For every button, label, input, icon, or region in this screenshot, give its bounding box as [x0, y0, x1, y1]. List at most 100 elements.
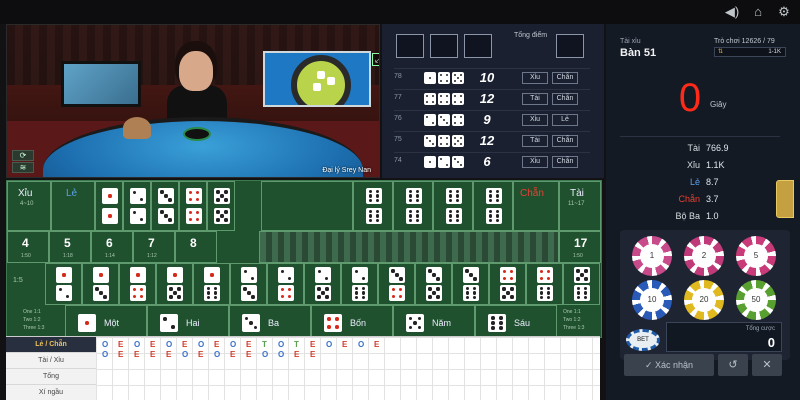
- chip-20[interactable]: 20: [684, 280, 724, 320]
- side-menu-tab[interactable]: [776, 180, 794, 218]
- die-face-6: [352, 285, 368, 301]
- xiu-bet-area[interactable]: Xỉu 4~10: [7, 181, 51, 231]
- total-number: 7: [148, 236, 155, 250]
- total-bet-4[interactable]: 4 1:50: [7, 231, 49, 263]
- total-bet-8[interactable]: 8: [175, 231, 217, 263]
- total-odds: 1:50: [21, 253, 31, 259]
- combo-bet[interactable]: [156, 263, 193, 305]
- single-bet-2[interactable]: Hai: [147, 305, 229, 339]
- die-face-6: [574, 285, 590, 301]
- combo-bet[interactable]: [341, 263, 378, 305]
- road-tab[interactable]: Xí ngầu: [6, 385, 96, 400]
- single-bet-1[interactable]: Một: [65, 305, 147, 339]
- combo-bet[interactable]: [452, 263, 489, 305]
- single-odds-right: Two 1:2: [563, 317, 581, 323]
- triple-bet-3[interactable]: [151, 181, 179, 231]
- stat-label: Xỉu: [686, 160, 700, 170]
- chip-1[interactable]: 1: [632, 236, 672, 276]
- triple-bet-extra[interactable]: [473, 181, 513, 231]
- result-tag: Chẵn: [552, 72, 578, 84]
- triple-bet-2[interactable]: [123, 181, 151, 231]
- stat-label: Chẵn: [678, 194, 700, 204]
- combo-bet[interactable]: [526, 263, 563, 305]
- road-tab[interactable]: Tổng: [6, 369, 96, 385]
- total-bet-6[interactable]: 6 1:14: [91, 231, 133, 263]
- die-face-2: [241, 267, 257, 283]
- combo-bet[interactable]: [267, 263, 304, 305]
- dealer-name: Đại lý Srey Nan: [322, 167, 371, 174]
- die-face-1: [93, 267, 109, 283]
- combo-bet[interactable]: [230, 263, 267, 305]
- chip-value: 1: [640, 244, 664, 268]
- chip-value: 5: [744, 244, 768, 268]
- volume-icon[interactable]: ◀): [724, 4, 740, 20]
- total-bet-middle[interactable]: [259, 231, 559, 263]
- triple-bet-5[interactable]: [207, 181, 235, 231]
- chip-10[interactable]: 10: [632, 280, 672, 320]
- chan-bet-area[interactable]: Chẵn: [513, 181, 559, 231]
- road-mark: E: [150, 350, 156, 359]
- chip-2[interactable]: 2: [684, 236, 724, 276]
- any-triple-bet-area[interactable]: [261, 181, 353, 231]
- tai-bet-area[interactable]: Tài 11~17: [559, 181, 601, 231]
- combo-bet[interactable]: [563, 263, 600, 305]
- dice-bowl: [183, 127, 211, 141]
- total-bet-5[interactable]: 5 1:18: [49, 231, 91, 263]
- total-odds: 1:14: [105, 253, 115, 259]
- table-name: Bàn 51: [620, 47, 657, 59]
- home-icon[interactable]: ⌂: [750, 4, 766, 20]
- combo-bet[interactable]: [378, 263, 415, 305]
- road-mark: E: [294, 350, 300, 359]
- combo-bet[interactable]: [304, 263, 341, 305]
- chip-5[interactable]: 5: [736, 236, 776, 276]
- die-face-2: [130, 208, 146, 224]
- settings-icon[interactable]: ⚙: [776, 4, 792, 20]
- bet-limit[interactable]: ⇅ 1-1K: [714, 47, 786, 57]
- road-mark: O: [102, 340, 109, 349]
- combo-bet[interactable]: [45, 263, 82, 305]
- le-bet-area[interactable]: Lẻ: [51, 181, 95, 231]
- total-bet-17[interactable]: 17 1:50: [559, 231, 601, 263]
- combo-bet[interactable]: [82, 263, 119, 305]
- combo-bet[interactable]: [415, 263, 452, 305]
- road-tab[interactable]: Tài / Xỉu: [6, 353, 96, 369]
- confirm-button[interactable]: ✓ Xác nhận: [624, 354, 714, 376]
- chip-50[interactable]: 50: [736, 280, 776, 320]
- die-face-2: [438, 156, 450, 168]
- dealer-head: [179, 51, 213, 91]
- road-tab-active[interactable]: Lẻ / Chẵn: [6, 337, 96, 353]
- die-face-4: [438, 135, 450, 147]
- die-face-6: [446, 188, 462, 204]
- stat-label: Lẻ: [689, 177, 700, 187]
- combo-bet[interactable]: [119, 263, 156, 305]
- single-bet-6[interactable]: Sáu: [475, 305, 557, 339]
- result-tag: Chẵn: [552, 156, 578, 168]
- stat-row: Bộ Ba 1.0: [620, 211, 780, 225]
- combo-bet[interactable]: [489, 263, 526, 305]
- signal-icon[interactable]: ≋: [12, 162, 34, 173]
- result-tag: Xỉu: [522, 156, 548, 168]
- clear-button[interactable]: ✕: [752, 354, 782, 376]
- total-bet-7[interactable]: 7 1:12: [133, 231, 175, 263]
- triple-bet-extra[interactable]: [433, 181, 473, 231]
- die-face-3: [438, 114, 450, 126]
- stat-value: 1.1K: [706, 160, 725, 170]
- bet-chip-button[interactable]: BET: [626, 329, 660, 351]
- total-bet-label: Tổng cược: [745, 326, 775, 332]
- road-mark: E: [166, 350, 172, 359]
- single-bet-4[interactable]: Bốn: [311, 305, 393, 339]
- single-bet-5[interactable]: Năm: [393, 305, 475, 339]
- expand-video-button[interactable]: ⤢: [372, 53, 379, 66]
- limit-arrow-icon: ⇅: [718, 49, 724, 55]
- die-face-4: [278, 285, 294, 301]
- single-bet-3[interactable]: Ba: [229, 305, 311, 339]
- triple-bet-extra[interactable]: [353, 181, 393, 231]
- triple-bet-4[interactable]: [179, 181, 207, 231]
- triple-bet-extra[interactable]: [393, 181, 433, 231]
- undo-button[interactable]: ↺: [718, 354, 748, 376]
- die-face-6: [463, 285, 479, 301]
- triple-bet-1[interactable]: [95, 181, 123, 231]
- die-face-1: [167, 267, 183, 283]
- refresh-icon[interactable]: ⟳: [12, 150, 34, 161]
- combo-bet[interactable]: [193, 263, 230, 305]
